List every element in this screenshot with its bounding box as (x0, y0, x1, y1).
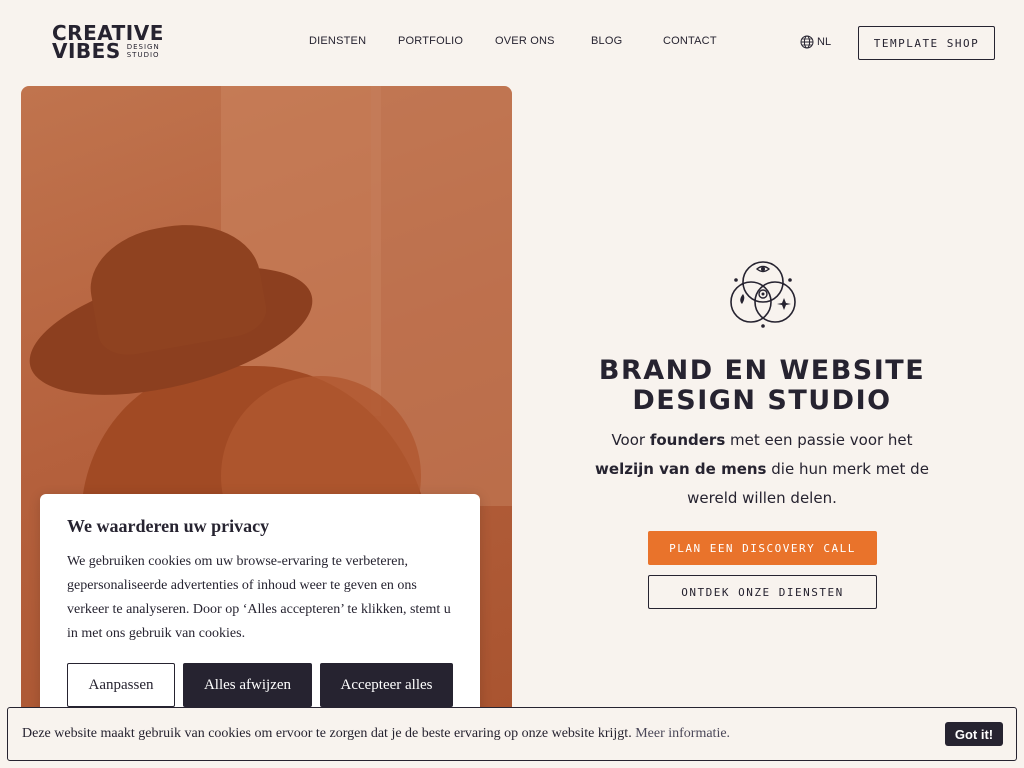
logo-tag-studio: STUDIO (126, 51, 160, 59)
privacy-body: We gebruiken cookies om uw browse-ervari… (67, 554, 451, 641)
logo-word-vibes: VIBES (52, 39, 121, 63)
reject-all-button[interactable]: Alles afwijzen (183, 663, 312, 707)
privacy-dialog: We waarderen uw privacy We gebruiken coo… (40, 494, 480, 728)
customize-button[interactable]: Aanpassen (67, 663, 175, 707)
language-label: NL (817, 36, 832, 48)
hero-subtitle: Voor founders met een passie voor het we… (595, 431, 929, 507)
hero-title: BRAND EN WEBSITE DESIGN STUDIO (560, 356, 964, 416)
hero-title-line-1: BRAND EN WEBSITE (598, 355, 926, 386)
nav-item-over-ons[interactable]: OVER ONS (495, 35, 555, 47)
accept-all-button[interactable]: Accepteer alles (320, 663, 453, 707)
cookie-bar: Deze website maakt gebruik van cookies o… (7, 707, 1017, 761)
logo-tag-design: DESIGN (126, 43, 160, 51)
discovery-call-button[interactable]: PLAN EEN DISCOVERY CALL (648, 531, 877, 565)
template-shop-button[interactable]: TEMPLATE SHOP (858, 26, 995, 60)
nav-item-portfolio[interactable]: PORTFOLIO (398, 35, 463, 47)
nav-item-blog[interactable]: BLOG (591, 35, 622, 47)
got-it-button[interactable]: Got it! (945, 722, 1003, 746)
more-info-link[interactable]: Meer informatie. (635, 726, 730, 741)
globe-icon (800, 35, 814, 49)
hero-title-line-2: DESIGN STUDIO (632, 385, 892, 416)
nav-item-diensten[interactable]: DIENSTEN (309, 35, 366, 47)
language-switcher[interactable]: NL (800, 34, 831, 50)
nav-item-contact[interactable]: CONTACT (663, 35, 717, 47)
logo[interactable]: CREATIVE VIBES DESIGN STUDIO (52, 23, 172, 64)
site-header: CREATIVE VIBES DESIGN STUDIO DIENSTEN PO… (0, 0, 1024, 86)
cookie-bar-text: Deze website maakt gebruik van cookies o… (22, 726, 731, 741)
emblem-icon (730, 261, 796, 328)
privacy-title: We waarderen uw privacy (67, 516, 270, 536)
explore-services-button[interactable]: ONTDEK ONZE DIENSTEN (648, 575, 877, 609)
